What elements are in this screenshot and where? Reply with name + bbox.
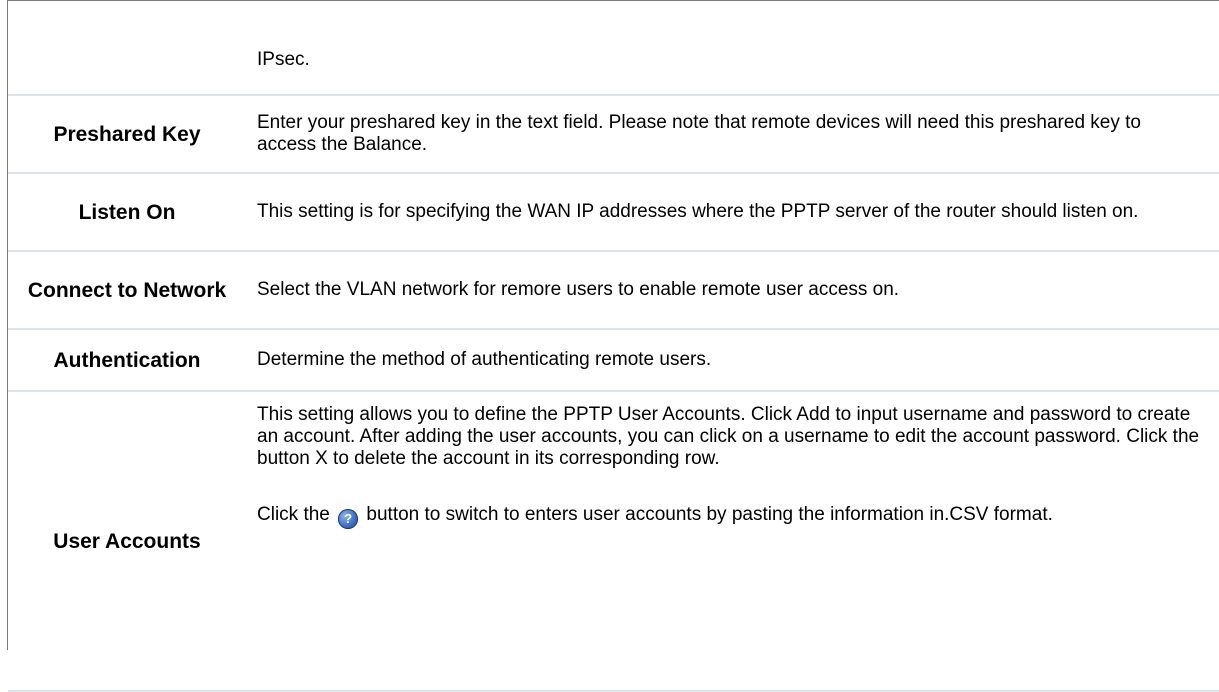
setting-label: User Accounts [8,391,246,692]
setting-description: Enter your preshared key in the text fie… [246,95,1219,174]
setting-label: Authentication [8,329,246,392]
setting-label: Listen On [8,173,246,252]
setting-label [8,0,246,96]
table-row: Listen On This setting is for specifying… [8,173,1219,252]
table-row: User Accounts This setting allows you to… [8,391,1219,692]
setting-description: Select the VLAN network for remore users… [246,251,1219,330]
setting-note: Click the ? button to switch to enters u… [257,504,1205,529]
setting-label: Preshared Key [8,95,246,174]
settings-table: IPsec. Preshared Key Enter your preshare… [8,0,1219,692]
setting-description-cell: This setting allows you to define the PP… [246,391,1219,692]
help-icon[interactable]: ? [338,509,359,529]
setting-description: Determine the method of authenticating r… [246,329,1219,392]
setting-description: This setting allows you to define the PP… [257,404,1200,469]
note-text-after: button to switch to enters user accounts… [366,504,1053,525]
table-row: Connect to Network Select the VLAN netwo… [8,251,1219,330]
table-row: IPsec. [8,0,1219,96]
note-text-before: Click the [257,504,330,525]
setting-label: Connect to Network [8,251,246,330]
table-row: Preshared Key Enter your preshared key i… [8,95,1219,174]
setting-description: IPsec. [246,0,1219,96]
table-row: Authentication Determine the method of a… [8,329,1219,392]
setting-description: This setting is for specifying the WAN I… [246,173,1219,252]
